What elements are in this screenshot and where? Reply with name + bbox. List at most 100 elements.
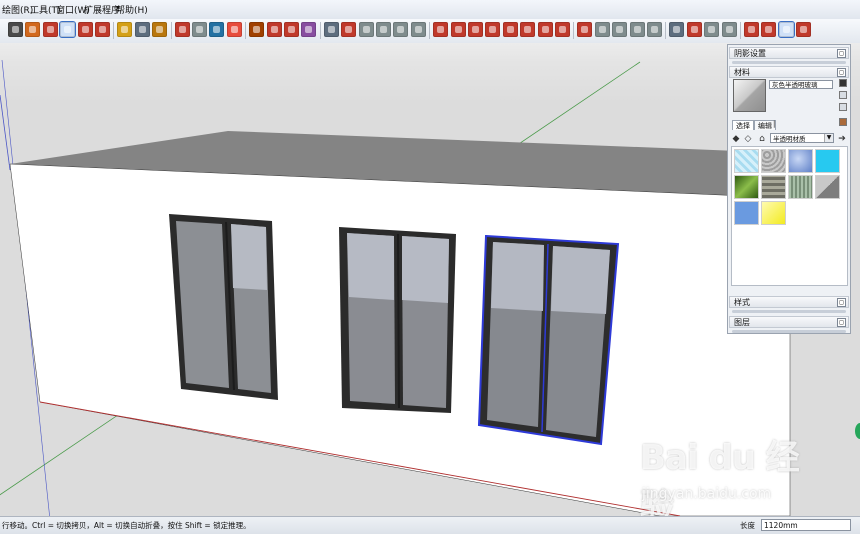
material-swatch-translucent-blue[interactable] (734, 201, 759, 225)
solid-split-icon[interactable] (647, 22, 662, 37)
material-swatch-translucent-ribbed[interactable] (788, 175, 813, 199)
material-swatch-translucent-yellow[interactable] (761, 201, 786, 225)
right-view-icon[interactable] (376, 22, 391, 37)
follow-me-icon[interactable] (555, 22, 570, 37)
ruby-icon[interactable] (796, 22, 812, 37)
eyedropper-icon[interactable] (839, 118, 847, 126)
layers-icon[interactable] (761, 22, 777, 37)
style-icon[interactable] (721, 22, 737, 37)
pan-icon[interactable] (192, 22, 207, 37)
sandbox-scratch-icon[interactable] (450, 22, 466, 37)
material-name-field[interactable]: 灰色半透明玻璃 (769, 80, 833, 89)
back-arrow-icon[interactable]: ◆ (731, 134, 741, 144)
material-swatch-translucent-cyan[interactable] (815, 149, 840, 173)
menu-help[interactable]: 帮助(H) (116, 3, 148, 16)
front-view-icon[interactable] (358, 22, 374, 37)
styles-panel-title: 样式 (734, 298, 750, 307)
pin-icon[interactable]: ◻ (837, 298, 846, 307)
material-swatch-translucent-light-blue[interactable] (734, 149, 759, 173)
component-icon[interactable] (249, 22, 265, 37)
green-badge-icon (855, 423, 860, 439)
default-material-icon[interactable] (839, 91, 847, 99)
move-icon[interactable] (59, 21, 77, 38)
styles-panel-header[interactable]: 样式 ◻ (729, 296, 849, 308)
tab-separator: | (773, 120, 776, 128)
shadow-icon[interactable] (744, 22, 759, 37)
menu-extensions[interactable]: 扩展程序 (84, 3, 120, 16)
status-message: 行移动。Ctrl = 切换拷贝，Alt = 切换自动折叠，按住 Shift = … (2, 521, 251, 530)
pin-icon[interactable]: ◻ (837, 318, 846, 327)
stamp-icon[interactable] (485, 22, 501, 37)
menu-bar: 绘图(R) 工具(T) 窗口(W) 扩展程序 帮助(H) (0, 0, 860, 20)
section-plane-icon[interactable] (686, 22, 702, 37)
paint-icon[interactable] (152, 22, 168, 37)
toolbar-separator (113, 22, 115, 39)
iso-view-icon[interactable] (323, 22, 339, 37)
scale-icon[interactable] (95, 22, 110, 37)
material-swatch-grid (731, 146, 848, 286)
warehouse-icon[interactable] (266, 22, 282, 37)
add-detail-icon[interactable] (520, 22, 536, 37)
smoove-icon[interactable] (468, 22, 483, 37)
pin-icon[interactable]: ◻ (837, 68, 846, 77)
tab-select[interactable]: 选择 (732, 120, 754, 130)
measurement-label: 长度 (740, 521, 755, 530)
photo-match-icon[interactable] (669, 22, 685, 37)
shadow-panel-header[interactable]: 阴影设置 ◻ (729, 47, 849, 59)
details-arrow-icon[interactable]: ➔ (837, 134, 847, 144)
material-swatch-translucent-glass-block[interactable] (761, 175, 786, 199)
offset-icon[interactable] (577, 22, 593, 37)
extension-icon[interactable] (301, 22, 317, 37)
select-arrow-icon[interactable] (8, 22, 23, 37)
chevron-down-icon: ▼ (824, 134, 833, 142)
layers-panel-header[interactable]: 图层 ◻ (729, 316, 849, 328)
toolbar-separator (245, 22, 247, 39)
solid-subtract-icon[interactable] (612, 22, 628, 37)
paint-bucket-icon[interactable] (42, 22, 58, 37)
zoom-icon[interactable] (209, 22, 225, 37)
forward-arrow-icon[interactable]: ◇ (743, 134, 753, 144)
watermark-url: jingyan.baidu.com (642, 486, 772, 502)
flip-edge-icon[interactable] (537, 22, 553, 37)
solid-trim-icon[interactable] (629, 22, 645, 37)
window-3-selected[interactable] (477, 234, 620, 446)
measurement-input[interactable]: 1120mm (761, 519, 851, 531)
create-material-icon[interactable] (839, 79, 847, 87)
materials-panel-header[interactable]: 材料 ◻ (729, 66, 849, 78)
tape-measure-icon[interactable] (117, 22, 133, 37)
window-2[interactable] (339, 227, 456, 413)
material-swatch-translucent-pattern[interactable] (761, 149, 786, 173)
sketchy-edges-icon[interactable] (704, 22, 720, 37)
drape-icon[interactable] (502, 22, 518, 37)
left-view-icon[interactable] (410, 22, 426, 37)
top-view-icon[interactable] (341, 22, 357, 37)
sandbox-contours-icon[interactable] (433, 22, 449, 37)
toolbar-separator (319, 22, 321, 39)
eraser-icon[interactable] (25, 22, 41, 37)
watermark-logo: Bai du 经验 (640, 438, 800, 527)
home-icon[interactable]: ⌂ (757, 134, 767, 144)
material-swatch-translucent-gray[interactable] (815, 175, 840, 199)
rotate-icon[interactable] (77, 22, 93, 37)
pin-icon[interactable]: ◻ (837, 49, 846, 58)
window-1[interactable] (169, 214, 278, 400)
share-icon[interactable] (284, 22, 299, 37)
material-swatch-translucent-cloud-blue[interactable] (788, 149, 813, 173)
blue-axis-line (0, 94, 11, 171)
zoom-extents-icon[interactable] (226, 22, 242, 37)
solid-union-icon[interactable] (594, 22, 610, 37)
current-material-preview[interactable] (733, 79, 766, 112)
menu-draw[interactable]: 绘图(R) (2, 3, 33, 16)
library-select[interactable]: 半透明材质 ▼ (770, 133, 834, 143)
toolbar-separator (665, 22, 667, 39)
baidu-jingyan-watermark: Bai du 经验 jingyan.baidu.com (640, 418, 820, 527)
back-view-icon[interactable] (393, 22, 409, 37)
orbit-icon[interactable] (174, 22, 190, 37)
sample-paint-icon[interactable] (839, 103, 847, 111)
toolbar-separator (740, 22, 741, 39)
material-swatch-translucent-green[interactable] (734, 175, 759, 199)
panel-divider (732, 310, 846, 313)
text-icon[interactable] (134, 22, 150, 37)
materials-icon[interactable] (777, 21, 795, 38)
status-bar: 行移动。Ctrl = 切换拷贝，Alt = 切换自动折叠，按住 Shift = … (0, 516, 860, 534)
